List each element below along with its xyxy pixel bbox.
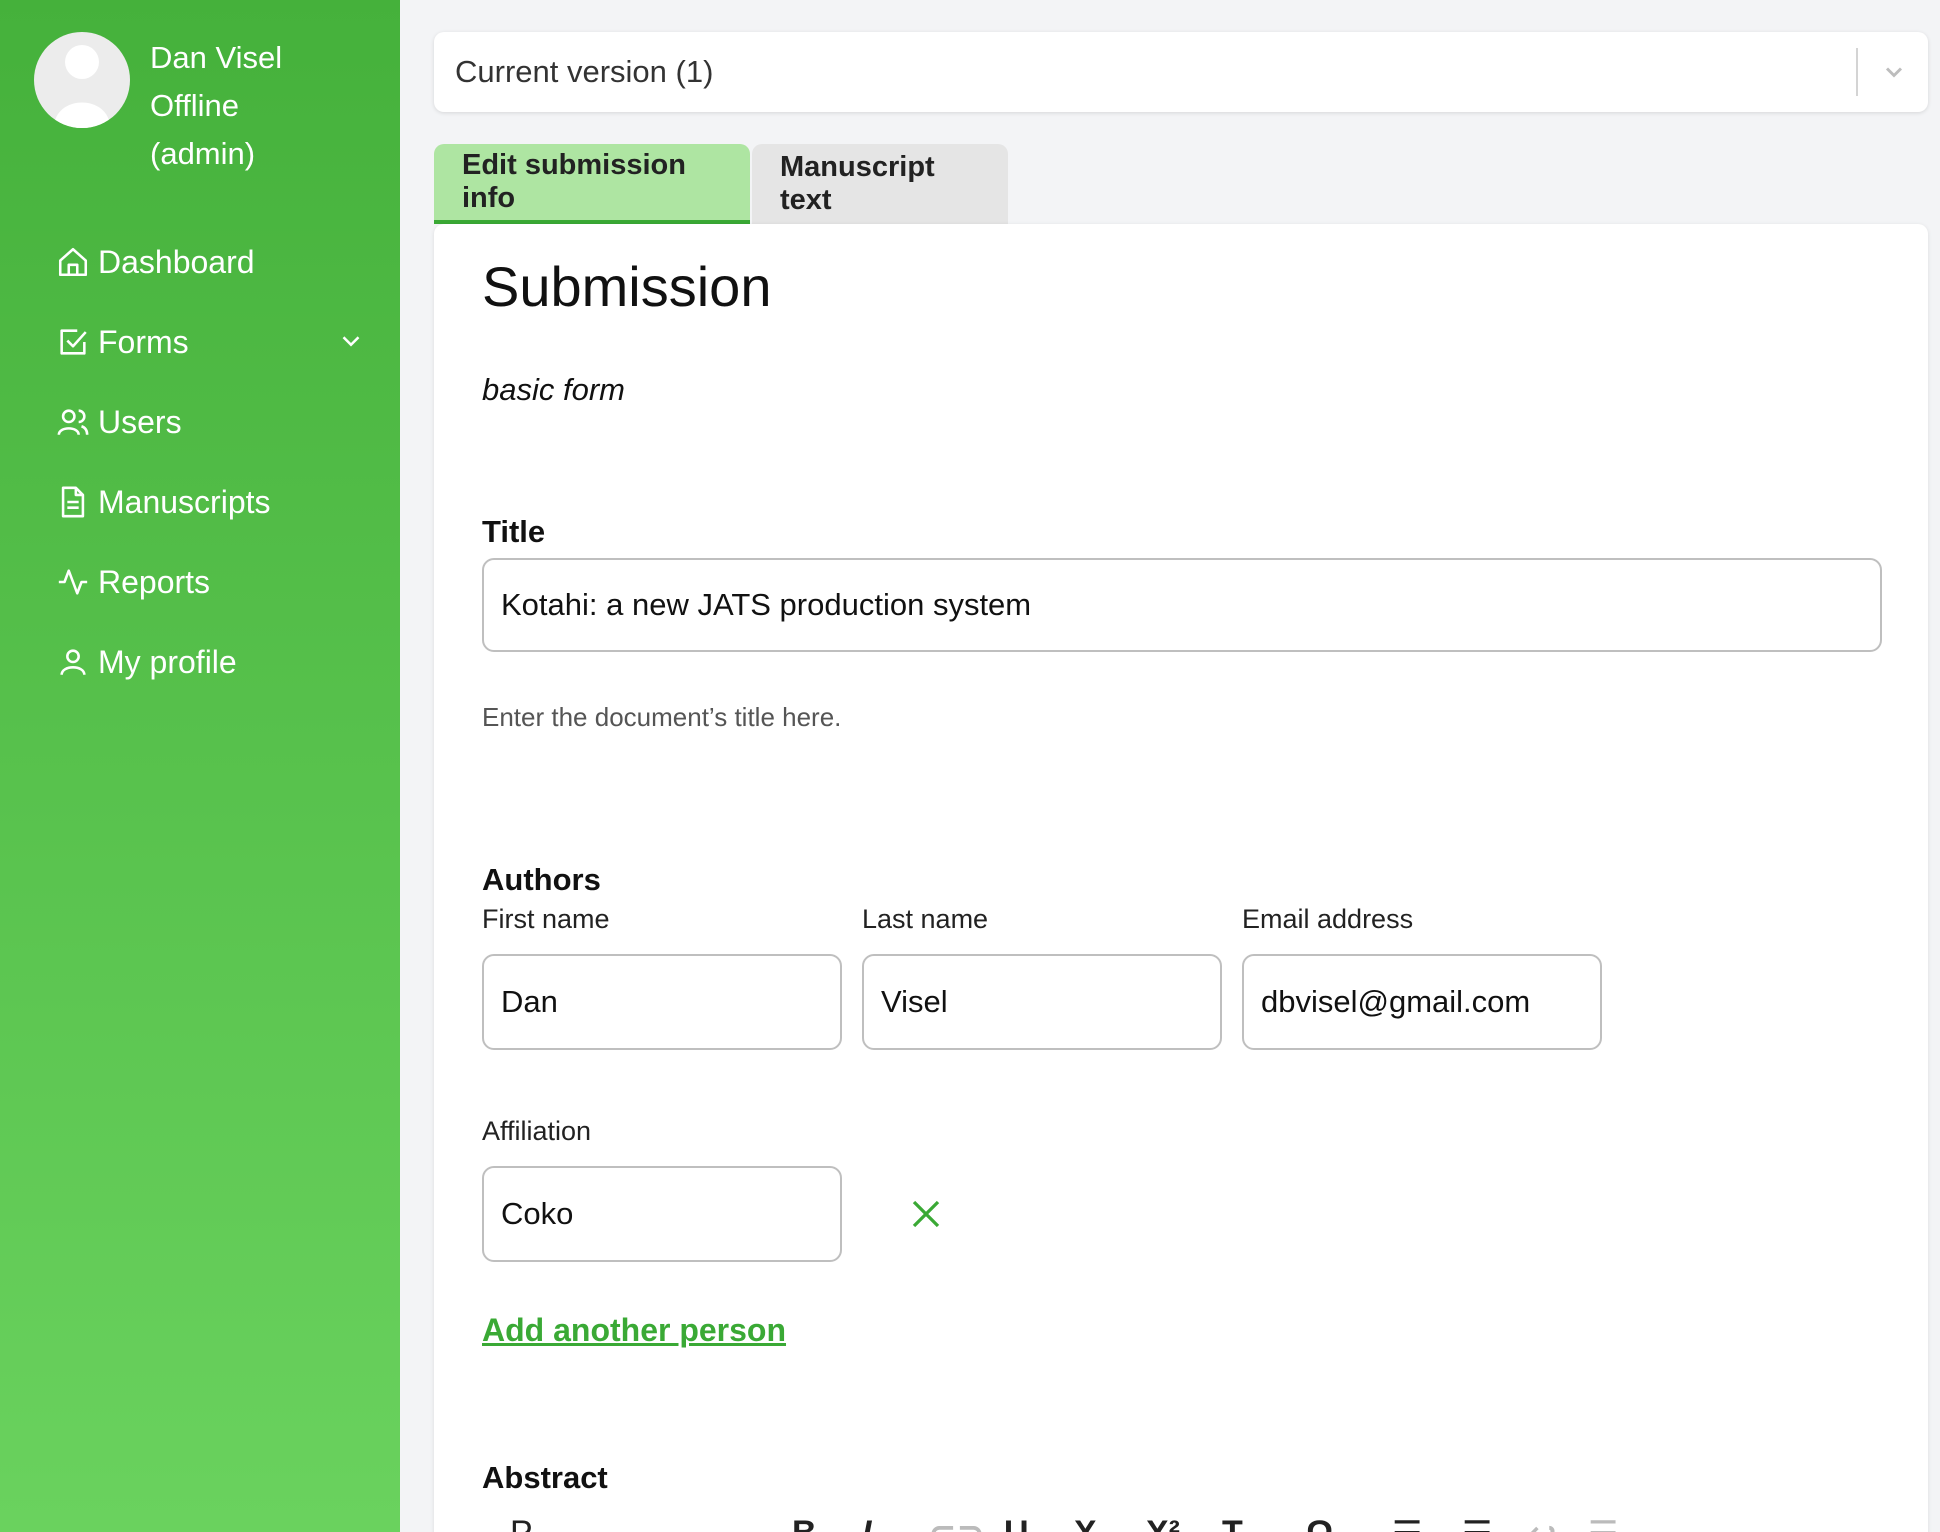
ordered-list-icon[interactable]: ☰ (1392, 1514, 1422, 1532)
link-icon[interactable]: ⊂⊃ (928, 1514, 985, 1532)
form-subtitle: basic form (482, 372, 625, 407)
sidebar-item-manuscripts[interactable]: Manuscripts (56, 462, 366, 542)
version-select[interactable]: Current version (1) (434, 32, 1928, 112)
strikethrough-icon[interactable]: X (1074, 1514, 1097, 1532)
email-label: Email address (1242, 904, 1414, 934)
tab-bar: Edit submission info Manuscript text (434, 144, 1008, 224)
special-characters-icon[interactable]: Ω (1306, 1514, 1333, 1532)
sidebar-item-dashboard[interactable]: Dashboard (56, 222, 366, 302)
user-role: (admin) (150, 136, 256, 171)
user-status: Offline (150, 88, 240, 123)
document-icon (56, 485, 90, 519)
bullet-list-icon[interactable]: ☰ (1462, 1514, 1492, 1532)
user-info: Dan Visel Offline (admin) (150, 34, 282, 178)
affiliation-label: Affiliation (482, 1116, 592, 1146)
paragraph-style-select[interactable]: P (510, 1514, 533, 1532)
chevron-down-icon[interactable] (1880, 58, 1908, 94)
home-icon (56, 245, 90, 279)
user-name: Dan Visel (150, 40, 283, 75)
sidebar-item-label: Users (98, 403, 182, 440)
title-label: Title (482, 514, 546, 549)
add-another-person-link[interactable]: Add another person (482, 1312, 786, 1349)
tab-manuscript-text[interactable]: Manuscript text (752, 144, 1008, 224)
activity-icon (56, 565, 90, 599)
tab-edit-submission-info[interactable]: Edit submission info (434, 144, 750, 224)
title-input[interactable]: Kotahi: a new JATS production system (482, 558, 1882, 652)
italic-icon[interactable]: I (862, 1514, 871, 1532)
user-icon (56, 645, 90, 679)
last-name-label: Last name (862, 904, 989, 934)
page-title: Submission (482, 255, 772, 318)
version-select-value: Current version (1) (455, 54, 714, 89)
close-icon (912, 1200, 940, 1228)
checkbox-icon (56, 325, 90, 359)
bold-icon[interactable]: B (792, 1514, 817, 1532)
sidebar-item-reports[interactable]: Reports (56, 542, 366, 622)
title-hint: Enter the document’s title here. (482, 702, 842, 732)
abstract-editor-toolbar: P B I ⊂⊃ U X X² T Ω ☰ ☰ ↩ ☰ (482, 1506, 1882, 1532)
email-input[interactable]: dbvisel@gmail.com (1242, 954, 1602, 1050)
users-icon (56, 405, 90, 439)
abstract-label: Abstract (482, 1460, 608, 1495)
sidebar-item-label: Forms (98, 323, 189, 360)
remove-author-button[interactable] (908, 1196, 944, 1237)
affiliation-input[interactable]: Coko (482, 1166, 842, 1262)
chevron-down-icon[interactable] (336, 326, 366, 364)
sidebar-item-label: Dashboard (98, 243, 255, 280)
sidebar-nav: Dashboard Forms Users Manuscripts Report… (56, 222, 366, 702)
sidebar-item-users[interactable]: Users (56, 382, 366, 462)
undo-icon[interactable]: ↩ (1528, 1514, 1557, 1532)
authors-label: Authors (482, 862, 601, 897)
sidebar-item-my-profile[interactable]: My profile (56, 622, 366, 702)
sidebar: Dan Visel Offline (admin) Dashboard Form… (0, 0, 400, 1532)
user-avatar-icon (54, 45, 110, 128)
first-name-label: First name (482, 904, 610, 934)
avatar[interactable] (34, 32, 130, 128)
superscript-icon[interactable]: X² (1146, 1514, 1180, 1532)
select-divider (1856, 48, 1858, 96)
sidebar-item-forms[interactable]: Forms (56, 302, 366, 382)
first-name-input[interactable]: Dan (482, 954, 842, 1050)
sidebar-item-label: Manuscripts (98, 483, 271, 520)
last-name-input[interactable]: Visel (862, 954, 1222, 1050)
submission-card: Submission basic form Title Kotahi: a ne… (434, 224, 1928, 1532)
sidebar-item-label: Reports (98, 563, 211, 600)
outdent-icon[interactable]: ☰ (1588, 1514, 1618, 1532)
user-block: Dan Visel Offline (admin) (34, 32, 282, 178)
small-caps-icon[interactable]: T (1222, 1514, 1243, 1532)
underline-icon[interactable]: U (1004, 1514, 1029, 1532)
sidebar-item-label: My profile (98, 643, 237, 680)
